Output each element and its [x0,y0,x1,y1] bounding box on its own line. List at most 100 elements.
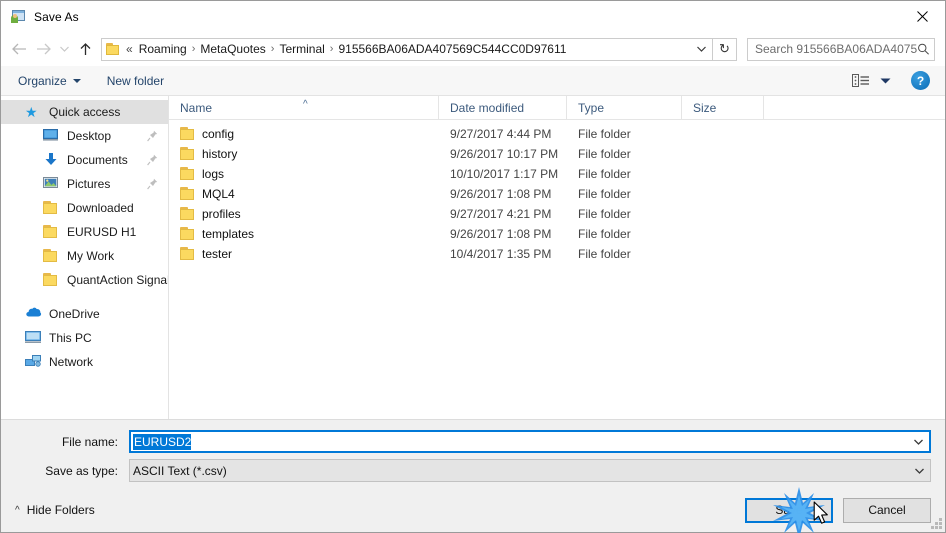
file-name-input[interactable]: EURUSD2 [129,430,931,453]
address-dropdown-button[interactable] [690,39,712,60]
network-icon [25,354,42,370]
table-row[interactable]: logs 10/10/2017 1:17 PM File folder [169,164,945,184]
sidebar-item-this-pc[interactable]: This PC [1,326,168,350]
column-header-name[interactable]: Name ^ [169,95,439,120]
cancel-button[interactable]: Cancel [843,497,931,523]
date-modified-cell: 9/26/2017 1:08 PM [450,187,552,201]
back-button[interactable] [7,37,31,61]
save-as-type-value: ASCII Text (*.csv) [133,463,227,478]
save-as-type-label: Save as type: [45,463,118,478]
up-button[interactable] [73,37,97,61]
pin-icon [147,130,158,142]
sidebar-item-documents[interactable]: Documents [1,148,168,172]
folder-icon [180,127,195,141]
new-folder-label: New folder [106,73,165,88]
sidebar-item-quick-access[interactable]: ★ Quick access [1,100,168,124]
sidebar-item-downloaded[interactable]: Downloaded [1,196,168,220]
file-name-text: tester [202,247,233,261]
breadcrumb-overflow[interactable]: « [124,39,135,60]
search-icon [918,43,930,55]
hide-folders-button[interactable]: ^ Hide Folders [15,503,95,517]
breadcrumb-item-metaquotes[interactable]: MetaQuotes [196,39,269,60]
folder-icon [180,247,195,261]
folder-icon [43,272,60,288]
date-modified-cell: 9/26/2017 1:08 PM [450,227,552,241]
sort-ascending-icon: ^ [303,98,308,110]
sidebar-item-label: Quick access [49,105,121,119]
sidebar-item-label: OneDrive [49,307,100,321]
search-input[interactable]: Search 915566BA06ADA40756... [755,42,917,56]
file-name-cell: config [169,127,439,141]
table-row[interactable]: templates 9/26/2017 1:08 PM File folder [169,224,945,244]
sidebar-item-eurusd-h1[interactable]: EURUSD H1 [1,220,168,244]
column-header-name-label: Name [180,100,213,115]
new-folder-button[interactable]: New folder [107,74,164,88]
save-button[interactable]: Save [745,497,833,523]
desktop-icon [43,128,60,144]
file-name-text: templates [202,227,255,241]
type-cell: File folder [578,187,631,201]
sidebar-item-pictures[interactable]: Pictures [1,172,168,196]
column-header-size[interactable]: Size [682,95,764,120]
table-row[interactable]: tester 10/4/2017 1:35 PM File folder [169,244,945,264]
date-modified-cell: 9/27/2017 4:21 PM [450,207,552,221]
forward-button[interactable] [31,37,55,61]
file-name-text: MQL4 [202,187,235,201]
recent-locations-button[interactable] [55,37,73,61]
date-modified-cell: 9/27/2017 4:44 PM [450,127,552,141]
help-icon: ? [916,73,925,88]
view-options-icon[interactable] [852,73,872,89]
folder-icon [43,224,60,240]
cancel-button-label: Cancel [868,503,906,517]
folder-icon [180,167,195,181]
view-dropdown-button[interactable] [880,72,891,90]
save-as-type-row: Save as type: ASCII Text (*.csv) [15,459,931,482]
sidebar-item-network[interactable]: Network [1,350,168,374]
sidebar-item-label: Pictures [67,177,111,191]
refresh-button[interactable]: ↻ [713,37,737,61]
chevron-down-icon [880,78,891,83]
sidebar-item-label: Downloaded [67,201,134,215]
sidebar-item-quantaction-signal[interactable]: QuantAction Signal [1,268,168,292]
sidebar-item-label: My Work [67,249,115,263]
chevron-up-icon: ^ [15,504,20,516]
file-name-value[interactable]: EURUSD2 [133,433,192,450]
table-row[interactable]: profiles 9/27/2017 4:21 PM File folder [169,204,945,224]
folder-icon [180,147,195,161]
date-modified-cell: 10/10/2017 1:17 PM [450,167,559,181]
file-name-cell: tester [169,247,439,261]
search-box[interactable]: Search 915566BA06ADA40756... [747,37,935,61]
help-button[interactable]: ? [911,71,930,90]
column-header-type[interactable]: Type [567,95,682,120]
table-row[interactable]: MQL4 9/26/2017 1:08 PM File folder [169,184,945,204]
column-header-date-modified[interactable]: Date modified [439,95,567,120]
breadcrumb-item-terminal[interactable]: Terminal [275,39,328,60]
organize-button[interactable]: Organize [18,74,81,88]
type-cell: File folder [578,247,631,261]
type-cell: File folder [578,167,631,181]
save-as-type-select[interactable]: ASCII Text (*.csv) [129,459,931,482]
folder-icon [43,200,60,216]
chevron-down-icon [914,468,924,474]
file-list-pane: Name ^ Date modified Type Size config 9/2… [169,95,945,419]
sidebar-item-desktop[interactable]: Desktop [1,124,168,148]
breadcrumb-item-terminal-id[interactable]: 915566BA06ADA407569C544CC0D97611 [334,39,570,60]
close-icon [916,11,928,22]
column-headers: Name ^ Date modified Type Size [169,95,945,120]
folder-icon [106,42,121,56]
save-as-type-dropdown-button[interactable] [908,460,930,481]
file-name-dropdown-button[interactable] [907,432,929,451]
resize-grip[interactable] [930,517,942,529]
back-arrow-icon [11,43,26,55]
file-name-cell: logs [169,167,439,181]
table-row[interactable]: config 9/27/2017 4:44 PM File folder [169,124,945,144]
sidebar-item-onedrive[interactable]: OneDrive [1,302,168,326]
sidebar-item-my-work[interactable]: My Work [1,244,168,268]
pin-icon [147,178,158,190]
close-button[interactable] [899,1,945,32]
breadcrumb-item-roaming[interactable]: Roaming [135,39,191,60]
star-icon: ★ [25,104,38,120]
table-row[interactable]: history 9/26/2017 10:17 PM File folder [169,144,945,164]
sidebar-item-label: This PC [49,331,92,345]
address-bar[interactable]: « Roaming › MetaQuotes › Terminal › 9155… [101,37,713,61]
